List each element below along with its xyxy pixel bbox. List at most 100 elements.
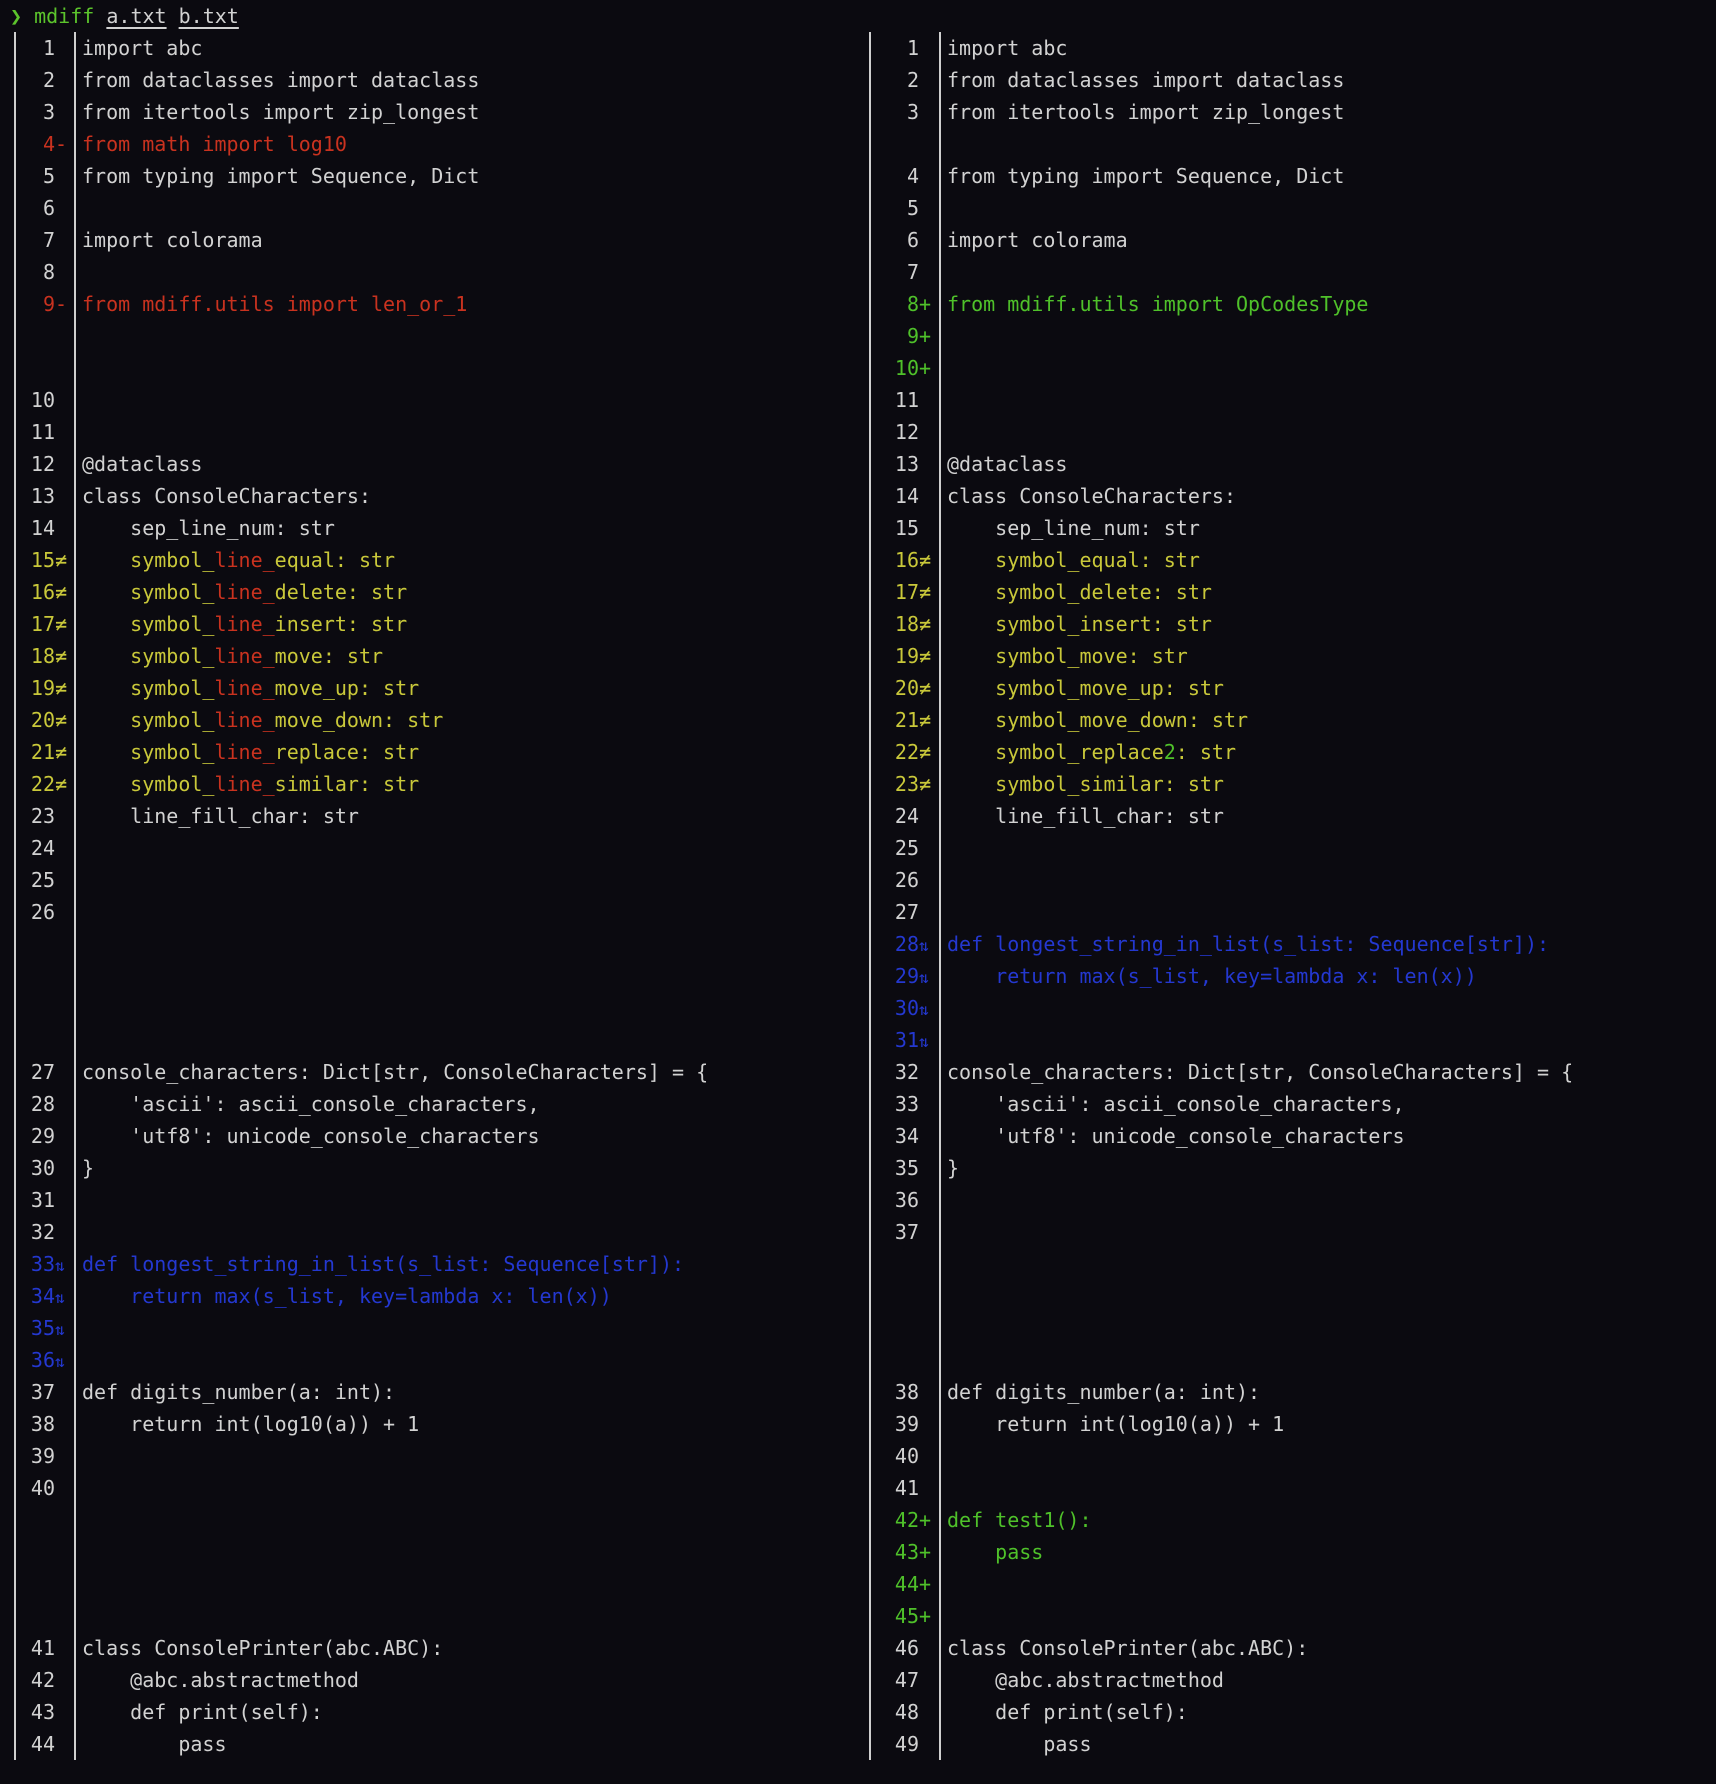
diff-marker-icon: +: [919, 1508, 932, 1532]
right-diff-line: 46 class ConsolePrinter(abc.ABC):: [871, 1632, 1716, 1664]
line-number: 39: [871, 1408, 939, 1440]
left-diff-line: 23 line_fill_char: str: [16, 800, 856, 832]
line-code: symbol_equal: str: [947, 548, 1200, 572]
line-code: }: [947, 1156, 960, 1180]
line-code: from typing import Sequence, Dict: [82, 164, 480, 188]
diff-marker-icon: [919, 1696, 931, 1728]
line-number-value: 45: [894, 1604, 919, 1628]
right-diff-line: 16≠ symbol_equal: str: [871, 544, 1716, 576]
line-number-value: 3: [42, 100, 55, 124]
right-diff-line: 4 from typing import Sequence, Dict: [871, 160, 1716, 192]
diff-marker-icon: [919, 800, 931, 832]
diff-marker-icon: [919, 96, 931, 128]
line-number: 19≠: [16, 672, 74, 704]
line-number: 4: [871, 160, 939, 192]
diff-marker-icon: [55, 960, 67, 992]
diff-marker-icon: ≠: [55, 644, 68, 668]
right-diff-line: 33 'ascii': ascii_console_characters,: [871, 1088, 1716, 1120]
left-diff-line: 2 from dataclasses import dataclass: [16, 64, 856, 96]
right-diff-line: 43+ pass: [871, 1536, 1716, 1568]
right-diff-line: 23≠ symbol_similar: str: [871, 768, 1716, 800]
line-number: [16, 1024, 74, 1056]
line-number: 3: [16, 96, 74, 128]
line-number: 26: [16, 896, 74, 928]
diff-marker-icon: [919, 1056, 931, 1088]
line-code: 'ascii': ascii_console_characters,: [947, 1092, 1405, 1116]
right-diff-line: 14 class ConsoleCharacters:: [871, 480, 1716, 512]
file-b-arg[interactable]: b.txt: [179, 4, 239, 28]
line-number: 25: [871, 832, 939, 864]
line-number: 16≠: [871, 544, 939, 576]
diff-marker-icon: ≠: [55, 740, 68, 764]
diff-marker-icon: [919, 480, 931, 512]
line-number-value: 44: [894, 1572, 919, 1596]
right-diff-line: 13 @dataclass: [871, 448, 1716, 480]
left-diff-line: [16, 1600, 856, 1632]
line-number-value: 16: [894, 548, 919, 572]
left-diff-line: 20≠ symbol_line_move_down: str: [16, 704, 856, 736]
line-number-value: 20: [30, 708, 55, 732]
diff-marker-icon: [55, 1088, 67, 1120]
line-number-value: 10: [30, 388, 55, 412]
left-diff-line: 31: [16, 1184, 856, 1216]
line-code: def digits_number(a: int):: [947, 1380, 1261, 1404]
line-number: 31: [16, 1184, 74, 1216]
line-number: 36: [871, 1184, 939, 1216]
line-code: return int(log10(a)) + 1: [947, 1412, 1285, 1436]
diff-marker-icon: [55, 1056, 67, 1088]
line-code: line_fill_char: str: [947, 804, 1224, 828]
diff-marker-icon: ⇅: [919, 968, 929, 987]
left-diff-line: [16, 320, 856, 352]
line-number: 43: [16, 1696, 74, 1728]
right-diff-line: 26: [871, 864, 1716, 896]
code-segment: similar: str: [274, 772, 420, 796]
left-diff-line: 36⇅: [16, 1344, 856, 1376]
line-number: 14: [871, 480, 939, 512]
left-diff-line: 25: [16, 864, 856, 896]
diff-marker-icon: ≠: [55, 708, 68, 732]
left-diff-line: 19≠ symbol_line_move_up: str: [16, 672, 856, 704]
line-code: import colorama: [82, 228, 263, 252]
line-number: 10: [16, 384, 74, 416]
line-code: def digits_number(a: int):: [82, 1380, 396, 1404]
line-number: 22≠: [16, 768, 74, 800]
file-a-arg[interactable]: a.txt: [106, 4, 166, 28]
line-number-value: 29: [894, 964, 919, 988]
right-diff-line: 48 def print(self):: [871, 1696, 1716, 1728]
line-number: 27: [16, 1056, 74, 1088]
right-diff-line: 19≠ symbol_move: str: [871, 640, 1716, 672]
line-number: 32: [16, 1216, 74, 1248]
line-number: 40: [871, 1440, 939, 1472]
line-code: def print(self):: [947, 1700, 1188, 1724]
right-diff-line: 11: [871, 384, 1716, 416]
diff-marker-icon: [919, 1312, 931, 1344]
right-diff-line: 29⇅ return max(s_list, key=lambda x: len…: [871, 960, 1716, 992]
left-diff-line: 3 from itertools import zip_longest: [16, 96, 856, 128]
left-diff-line: 39: [16, 1440, 856, 1472]
line-code: sep_line_num: str: [82, 516, 335, 540]
left-diff-line: 1 import abc: [16, 32, 856, 64]
line-code: def longest_string_in_list(s_list: Seque…: [947, 932, 1550, 956]
line-number-value: 39: [30, 1444, 55, 1468]
line-number-value: 25: [30, 868, 55, 892]
line-number-value: 14: [894, 484, 919, 508]
left-diff-line: 35⇅: [16, 1312, 856, 1344]
line-number-value: 4: [906, 164, 919, 188]
line-number: 27: [871, 896, 939, 928]
diff-marker-icon: [919, 512, 931, 544]
line-number-value: 1: [42, 36, 55, 60]
line-number: 30⇅: [871, 992, 939, 1026]
right-diff-line: 45+: [871, 1600, 1716, 1632]
line-number-value: 32: [30, 1220, 55, 1244]
line-number: 9-: [16, 288, 74, 320]
right-diff-line: 20≠ symbol_move_up: str: [871, 672, 1716, 704]
line-code: class ConsoleCharacters:: [947, 484, 1236, 508]
right-diff-line: 18≠ symbol_insert: str: [871, 608, 1716, 640]
line-number: 8: [16, 256, 74, 288]
diff-marker-icon: [919, 1632, 931, 1664]
line-code: import colorama: [947, 228, 1128, 252]
line-number-value: 2: [906, 68, 919, 92]
left-diff-line: [16, 352, 856, 384]
code-segment: replace: str: [274, 740, 420, 764]
line-number-value: 7: [42, 228, 55, 252]
